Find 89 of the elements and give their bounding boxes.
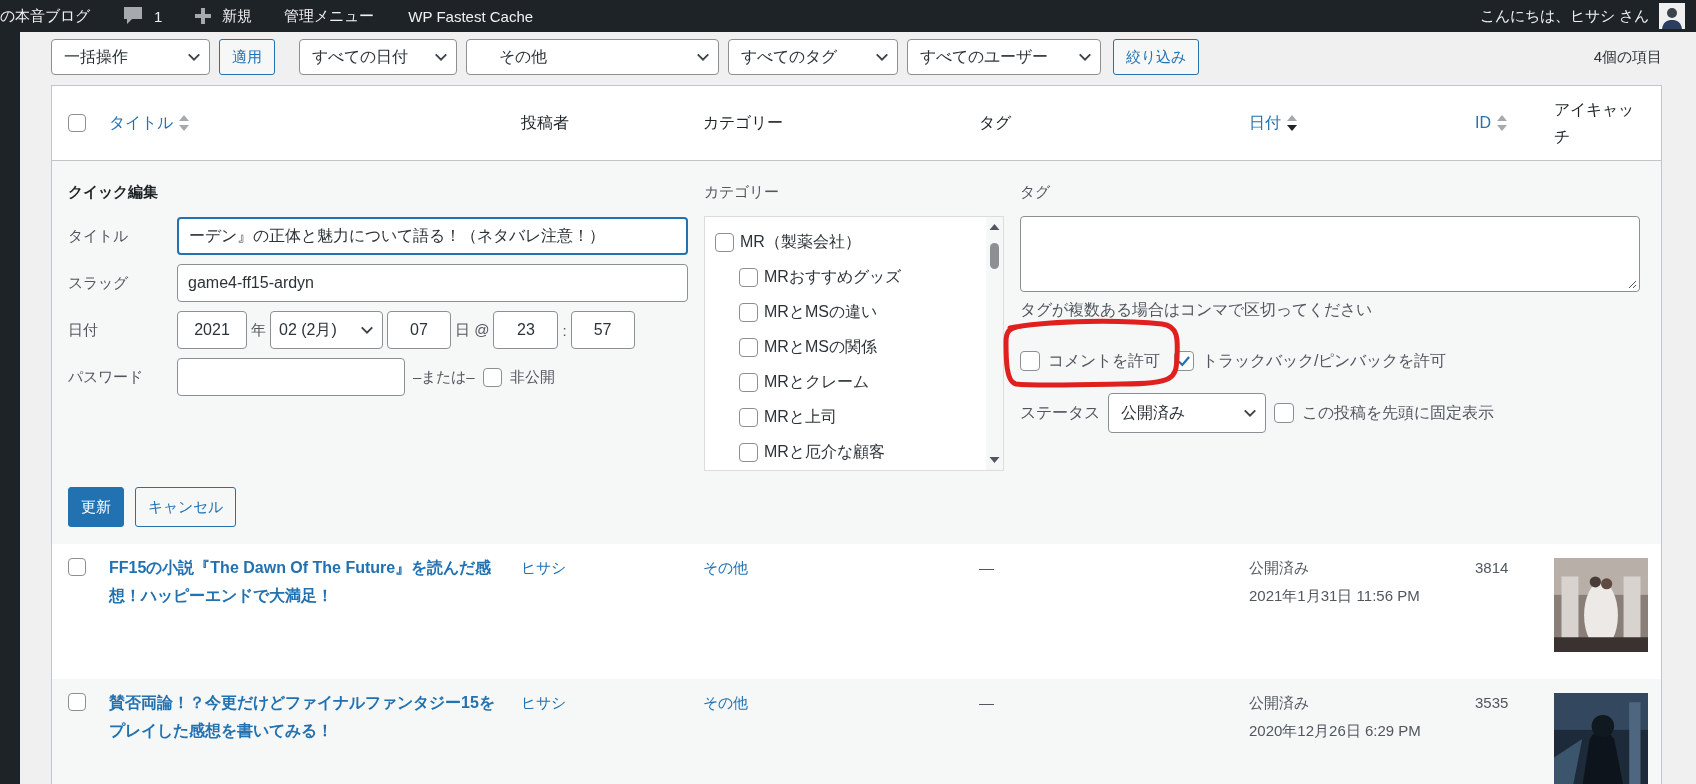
menu-link[interactable]: 管理メニュー xyxy=(284,6,375,26)
dropdown[interactable]: すべての日付 xyxy=(299,39,457,75)
dropdown[interactable]: 一括操作 xyxy=(51,39,210,75)
item-count: 4個の項目 xyxy=(1593,47,1662,67)
post-status: 公開済み xyxy=(1249,693,1310,713)
checkbox[interactable] xyxy=(739,268,758,287)
plus-icon xyxy=(194,7,213,25)
checkbox[interactable] xyxy=(1274,403,1294,423)
post-id: 3814 xyxy=(1475,559,1509,576)
post-date: 2020年12月26日 6:29 PM xyxy=(1249,721,1422,741)
dropdown[interactable]: すべてのタグ xyxy=(728,39,898,75)
option-label: トラックバック/ピンバックを許可 xyxy=(1202,350,1447,371)
checkbox[interactable] xyxy=(68,693,86,711)
menu-link[interactable]: WP Fastest Cache xyxy=(408,7,534,25)
comment-count[interactable]: 1 xyxy=(154,7,163,25)
resize-grip-icon xyxy=(1628,280,1637,289)
post-title-link[interactable]: 賛否両論！？今更だけどファイナルファンタジー15をプレイした感想を書いてみる！ xyxy=(109,689,495,745)
dropdown[interactable]: 02 (2月) xyxy=(270,311,383,349)
post-date: 2021年1月31日 11:56 PM xyxy=(1249,586,1421,606)
dropdown[interactable]: その他 xyxy=(466,39,719,75)
checkbox[interactable] xyxy=(739,303,758,322)
input-field[interactable]: 57 xyxy=(570,311,635,349)
update-button[interactable]: 更新 xyxy=(68,487,124,527)
category-label: MRとMSの関係 xyxy=(764,337,877,357)
category-link[interactable]: その他 xyxy=(703,694,748,711)
checkbox[interactable] xyxy=(739,338,758,357)
checkbox[interactable] xyxy=(1020,351,1040,371)
category-label: MRとクレーム xyxy=(764,372,869,392)
column-header: タグ xyxy=(979,112,1011,133)
tags-textarea[interactable] xyxy=(1020,216,1640,292)
field-label: 日付 xyxy=(68,320,99,340)
dropdown[interactable]: すべてのユーザー xyxy=(907,39,1101,75)
help-text: タグが複数ある場合はコンマで区切ってください xyxy=(1020,300,1373,320)
field-label: ステータス xyxy=(1020,402,1100,423)
checkbox[interactable] xyxy=(715,233,734,252)
checkbox[interactable] xyxy=(68,114,86,132)
column-sort-link[interactable]: タイトル xyxy=(109,112,173,134)
input-field[interactable]: 07 xyxy=(387,311,451,349)
panel-heading: クイック編集 xyxy=(68,183,159,202)
checkbox[interactable] xyxy=(739,443,758,462)
checkbox[interactable] xyxy=(739,373,758,392)
field-label: –または– xyxy=(413,367,475,387)
field-label: スラッグ xyxy=(68,273,129,293)
cancel-button[interactable]: キャンセル xyxy=(135,487,236,527)
field-label: 非公開 xyxy=(509,367,555,387)
apply-button[interactable]: 適用 xyxy=(219,39,275,75)
checkbox[interactable] xyxy=(68,558,86,576)
tags-cell: — xyxy=(979,694,994,711)
category-label: MRと上司 xyxy=(764,407,837,427)
category-label: MRとMSの違い xyxy=(764,302,877,322)
post-title-link[interactable]: FF15の小説『The Dawn Of The Future』を読んだ感想！ハッピーエンドで大満足！ xyxy=(109,554,495,610)
new-menu-link[interactable]: 新規 xyxy=(222,6,253,26)
column-header: 投稿者 xyxy=(521,112,569,133)
field-label: : xyxy=(562,321,567,339)
tags-cell: — xyxy=(979,559,994,576)
field-label: タイトル xyxy=(68,226,129,246)
category-label: MR（製薬会社） xyxy=(740,232,861,252)
filter-button[interactable]: 絞り込み xyxy=(1113,39,1199,75)
scrollbar[interactable] xyxy=(986,217,1003,470)
column-header: アイキャッチ xyxy=(1554,99,1635,147)
column-sort-link[interactable]: 日付 xyxy=(1249,112,1281,134)
post-id: 3535 xyxy=(1475,694,1509,711)
column-header: カテゴリー xyxy=(703,112,783,133)
field-label: パスワード xyxy=(68,367,144,387)
category-label: MRおすすめグッズ xyxy=(764,267,901,287)
column-sort-link[interactable]: ID xyxy=(1475,114,1491,132)
field-label: 年 xyxy=(251,320,266,340)
checkbox[interactable] xyxy=(739,408,758,427)
input-field[interactable] xyxy=(177,358,405,396)
post-status: 公開済み xyxy=(1249,558,1310,578)
input-field[interactable]: game4-ff15-ardyn xyxy=(177,264,688,302)
author-link[interactable]: ヒサシ xyxy=(521,694,566,711)
input-field[interactable]: 2021 xyxy=(177,311,247,349)
status-dropdown[interactable]: 公開済み xyxy=(1108,393,1266,433)
author-link[interactable]: ヒサシ xyxy=(521,559,566,576)
option-label: コメントを許可 xyxy=(1048,350,1160,371)
option-label: この投稿を先頭に固定表示 xyxy=(1302,402,1494,423)
checkbox[interactable] xyxy=(482,367,502,387)
column-heading: タグ xyxy=(1020,183,1051,202)
category-label: MRと厄介な顧客 xyxy=(764,442,885,462)
avatar-icon xyxy=(1659,3,1685,29)
column-heading: カテゴリー xyxy=(704,183,780,202)
comment-icon xyxy=(122,6,144,26)
greeting-link[interactable]: こんにちは、ヒサシ さん xyxy=(1479,6,1649,26)
site-title-link[interactable]: の本音ブログ xyxy=(0,6,90,26)
input-field[interactable]: 23 xyxy=(493,311,559,349)
input-field[interactable]: ーデン』の正体と魅力について語る！（ネタバレ注意！） xyxy=(177,217,688,255)
field-label: 日 @ xyxy=(455,320,490,340)
category-link[interactable]: その他 xyxy=(703,559,748,576)
